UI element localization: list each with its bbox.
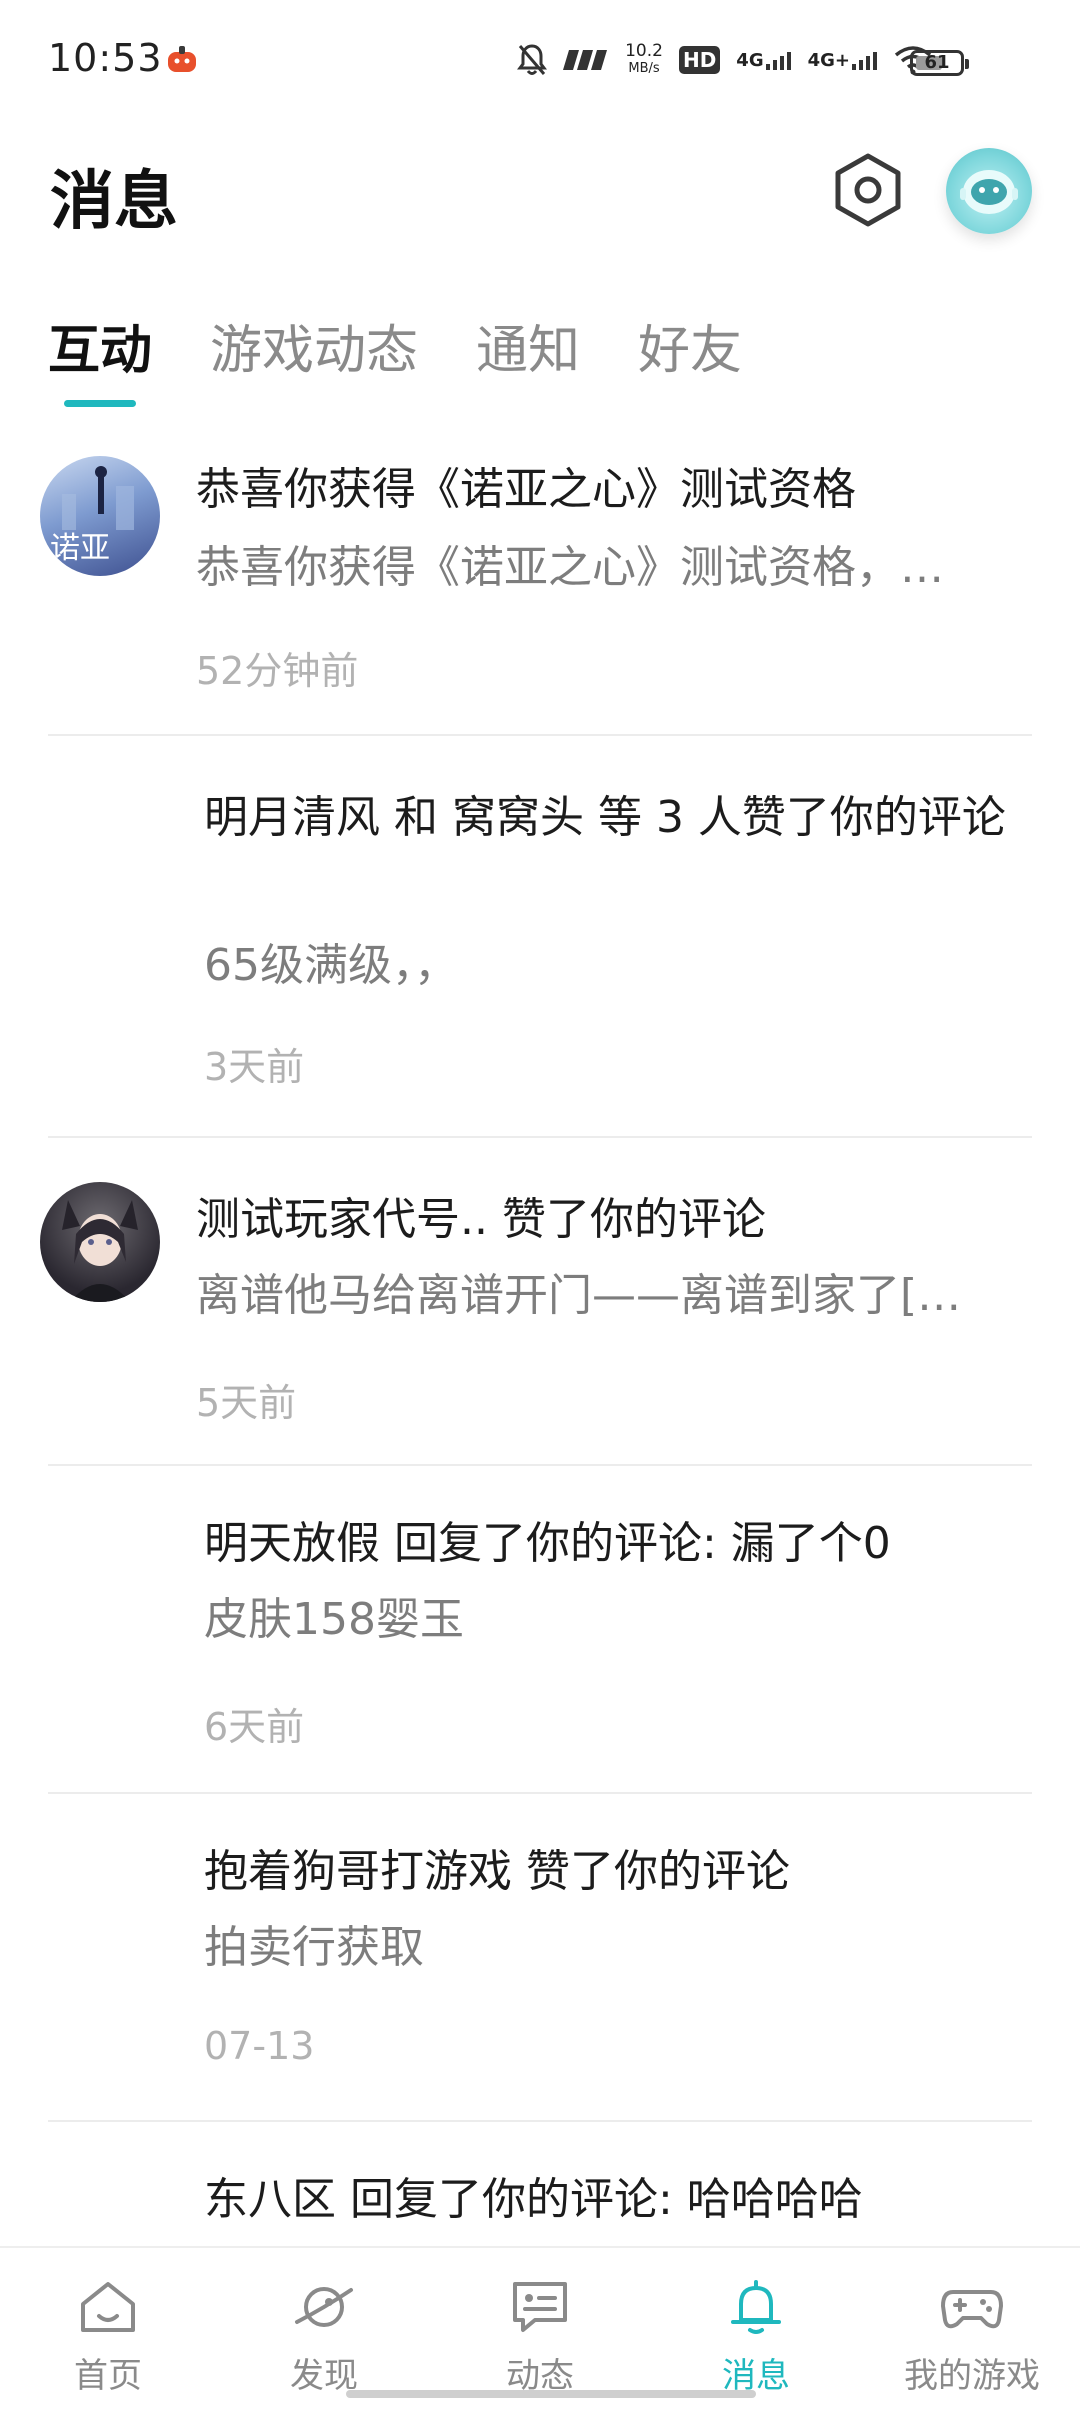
message-title: 明天放假 回复了你的评论: 漏了个0 — [204, 1518, 891, 1569]
tab-bar: 互动 游戏动态 通知 好友 — [48, 308, 742, 383]
tab-game-news[interactable]: 游戏动态 — [210, 308, 418, 383]
message-time: 07-13 — [204, 2024, 315, 2068]
home-icon — [81, 2282, 135, 2332]
battery-indicator: 61 — [910, 50, 969, 76]
message-title: 测试玩家代号.. 赞了你的评论 — [196, 1194, 766, 1245]
message-title: 恭喜你获得《诺亚之心》测试资格 — [196, 464, 856, 515]
home-indicator-bar[interactable] — [346, 2390, 756, 2398]
message-item[interactable]: 抱着狗哥打游戏 赞了你的评论 拍卖行获取 07-13 — [0, 1794, 1080, 2120]
message-item[interactable]: 诺亚 恭喜你获得《诺亚之心》测试资格 恭喜你获得《诺亚之心》测试资格，… 52分… — [0, 438, 1080, 736]
nav-messages[interactable]: 消息 — [648, 2278, 864, 2397]
game-avatar: 诺亚 — [40, 456, 160, 576]
message-preview: 65级满级，， — [204, 940, 458, 991]
nav-home[interactable]: 首页 — [0, 2278, 216, 2397]
nav-discover[interactable]: 发现 — [216, 2278, 432, 2397]
tab-interaction[interactable]: 互动 — [48, 308, 152, 383]
nav-feed[interactable]: 动态 — [432, 2278, 648, 2397]
user-avatar — [40, 1182, 160, 1302]
message-time: 6天前 — [204, 1705, 305, 1749]
status-bar: 10:53 10.2 MB/s HD 4G 4G+ 61 — [0, 0, 1080, 120]
signal-1: 4G — [736, 50, 791, 70]
vpn-icon — [563, 50, 608, 70]
message-item[interactable]: 测试玩家代号.. 赞了你的评论 离谱他马给离谱开门——离谱到家了[… 5天前 — [0, 1138, 1080, 1464]
message-time: 5天前 — [196, 1381, 297, 1425]
anime-girl-image — [62, 1200, 138, 1302]
active-tab-indicator — [64, 400, 136, 407]
tab-friends[interactable]: 好友 — [638, 308, 742, 383]
user-avatar-button[interactable] — [946, 148, 1032, 234]
nav-my-games[interactable]: 我的游戏 — [864, 2278, 1080, 2397]
svg-text:诺亚: 诺亚 — [50, 531, 110, 566]
gamepad-icon — [941, 2290, 1003, 2329]
signal-bars-icon — [765, 52, 791, 70]
astronaut-icon — [960, 170, 1018, 214]
tab-notifications[interactable]: 通知 — [476, 308, 580, 383]
bell-icon — [731, 2280, 781, 2334]
message-preview: 离谱他马给离谱开门——离谱到家了[… — [196, 1270, 962, 1321]
message-preview: 皮肤158婴玉 — [204, 1594, 464, 1645]
message-item[interactable]: 明天放假 回复了你的评论: 漏了个0 皮肤158婴玉 6天前 — [0, 1466, 1080, 1792]
message-item[interactable]: 东八区 回复了你的评论: 哈哈哈哈 — [0, 2122, 1080, 2242]
message-time: 3天前 — [204, 1045, 305, 1089]
notification-app-icon — [168, 46, 196, 72]
planet-icon — [295, 2287, 353, 2327]
signal-bars-icon — [852, 52, 877, 70]
message-item[interactable]: 明月清风 和 窝窝头 等 3 人赞了你的评论 65级满级，， 3天前 — [0, 736, 1080, 1136]
chat-card-icon — [513, 2282, 567, 2332]
message-title: 抱着狗哥打游戏 赞了你的评论 — [204, 1846, 790, 1897]
message-preview: 恭喜你获得《诺亚之心》测试资格，… — [196, 542, 944, 593]
bottom-navigation: 首页 发现 动态 消息 我的游戏 — [0, 2246, 1080, 2410]
network-speed: 10.2 MB/s — [625, 41, 663, 76]
mute-bell-icon — [517, 44, 548, 75]
settings-icon[interactable] — [832, 150, 904, 230]
game-noah-image: 诺亚 — [50, 466, 134, 566]
page-title: 消息 — [50, 165, 178, 239]
message-time: 52分钟前 — [196, 649, 359, 693]
status-time: 10:53 — [48, 36, 163, 80]
hd-badge: HD — [678, 46, 721, 74]
message-preview: 拍卖行获取 — [204, 1922, 424, 1973]
message-title: 东八区 回复了你的评论: 哈哈哈哈 — [204, 2174, 863, 2225]
message-title: 明月清风 和 窝窝头 等 3 人赞了你的评论 — [204, 792, 1006, 843]
signal-2: 4G+ — [808, 50, 878, 70]
status-indicators: 10.2 MB/s HD 4G 4G+ — [517, 38, 932, 82]
